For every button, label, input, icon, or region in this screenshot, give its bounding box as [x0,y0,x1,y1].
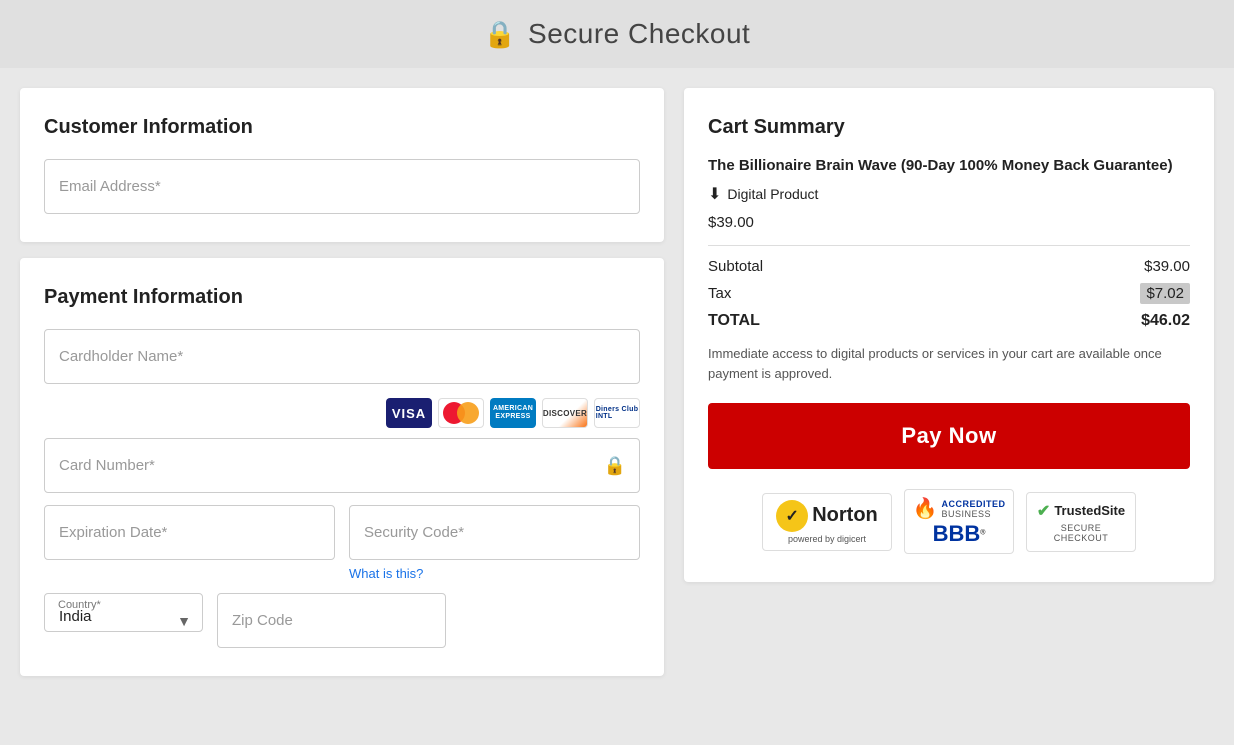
exp-security-row: What is this? [44,505,640,581]
lock-icon: 🔒 [484,19,516,50]
card-number-input[interactable] [44,438,640,493]
norton-name: Norton [812,504,878,527]
customer-information-card: Customer Information [20,88,664,242]
visa-icon: VISA [386,398,432,428]
bbb-flame-icon: 🔥 [913,496,938,521]
expiration-wrapper [44,505,335,581]
trust-badges: ✓ Norton powered by digicert 🔥 ACCREDITE… [708,489,1190,554]
bbb-accredited-label: ACCREDITED [941,499,1005,509]
norton-top: ✓ Norton [776,500,878,532]
trusted-sub: SECURE CHECKOUT [1037,523,1125,543]
total-label: TOTAL [708,312,760,330]
mastercard-icon [438,398,484,428]
subtotal-label: Subtotal [708,258,763,275]
payment-information-card: Payment Information VISA AMERICANEXPRESS… [20,258,664,676]
bbb-letters: BBB® [933,521,986,547]
header-title: Secure Checkout [528,18,750,50]
cart-title: Cart Summary [708,116,1190,139]
email-input[interactable] [44,159,640,214]
norton-checkmark-icon: ✓ [776,500,808,532]
tax-row: Tax $7.02 [708,283,1190,304]
card-number-wrapper: 🔒 [44,438,640,493]
trustedsite-badge: ✔ TrustedSite SECURE CHECKOUT [1026,492,1136,552]
download-icon: ⬇ [708,184,721,204]
left-panel: Customer Information Payment Information… [20,88,664,676]
expiration-input[interactable] [44,505,335,560]
total-value: $46.02 [1141,312,1190,330]
bbb-text-block: ACCREDITED BUSINESS [941,499,1005,519]
checkout-header: 🔒 Secure Checkout [0,0,1234,68]
subtotal-value: $39.00 [1144,258,1190,275]
digital-product-badge: ⬇ Digital Product [708,184,1190,204]
bbb-business-label: BUSINESS [941,509,1005,519]
subtotal-row: Subtotal $39.00 [708,258,1190,275]
security-code-help-link[interactable]: What is this? [349,566,640,581]
cardholder-name-input[interactable] [44,329,640,384]
bbb-logo: 🔥 ACCREDITED BUSINESS [913,496,1006,521]
country-wrapper: Country* India United States United King… [44,593,203,648]
diners-icon: Diners ClubINTL [594,398,640,428]
payment-section-title: Payment Information [44,286,640,309]
main-content: Customer Information Payment Information… [0,68,1234,696]
card-lock-icon: 🔒 [604,455,626,476]
security-code-input[interactable] [349,505,640,560]
cart-divider [708,245,1190,246]
amex-icon: AMERICANEXPRESS [490,398,536,428]
discover-icon: DISCOVER [542,398,588,428]
card-brands-row: VISA AMERICANEXPRESS DISCOVER Diners Clu… [44,398,640,428]
cart-summary-card: Cart Summary The Billionaire Brain Wave … [684,88,1214,582]
total-row: TOTAL $46.02 [708,312,1190,330]
trusted-name: TrustedSite [1054,503,1125,518]
tax-value: $7.02 [1140,283,1190,304]
country-label: Country* [58,599,101,611]
bbb-badge: 🔥 ACCREDITED BUSINESS BBB® [904,489,1014,554]
product-type-label: Digital Product [727,186,818,202]
norton-sub: powered by digicert [788,534,866,544]
trusted-top: ✔ TrustedSite [1037,501,1125,521]
norton-badge: ✓ Norton powered by digicert [762,493,892,551]
right-panel: Cart Summary The Billionaire Brain Wave … [684,88,1214,676]
country-zip-row: Country* India United States United King… [44,593,640,648]
pay-now-button[interactable]: Pay Now [708,403,1190,469]
security-code-wrapper: What is this? [349,505,640,581]
product-price: $39.00 [708,214,1190,231]
zip-wrapper [217,593,446,648]
zip-code-input[interactable] [217,593,446,648]
product-name: The Billionaire Brain Wave (90-Day 100% … [708,155,1190,176]
access-note: Immediate access to digital products or … [708,344,1190,383]
trusted-check-icon: ✔ [1037,501,1050,521]
customer-section-title: Customer Information [44,116,640,139]
tax-label: Tax [708,285,731,302]
